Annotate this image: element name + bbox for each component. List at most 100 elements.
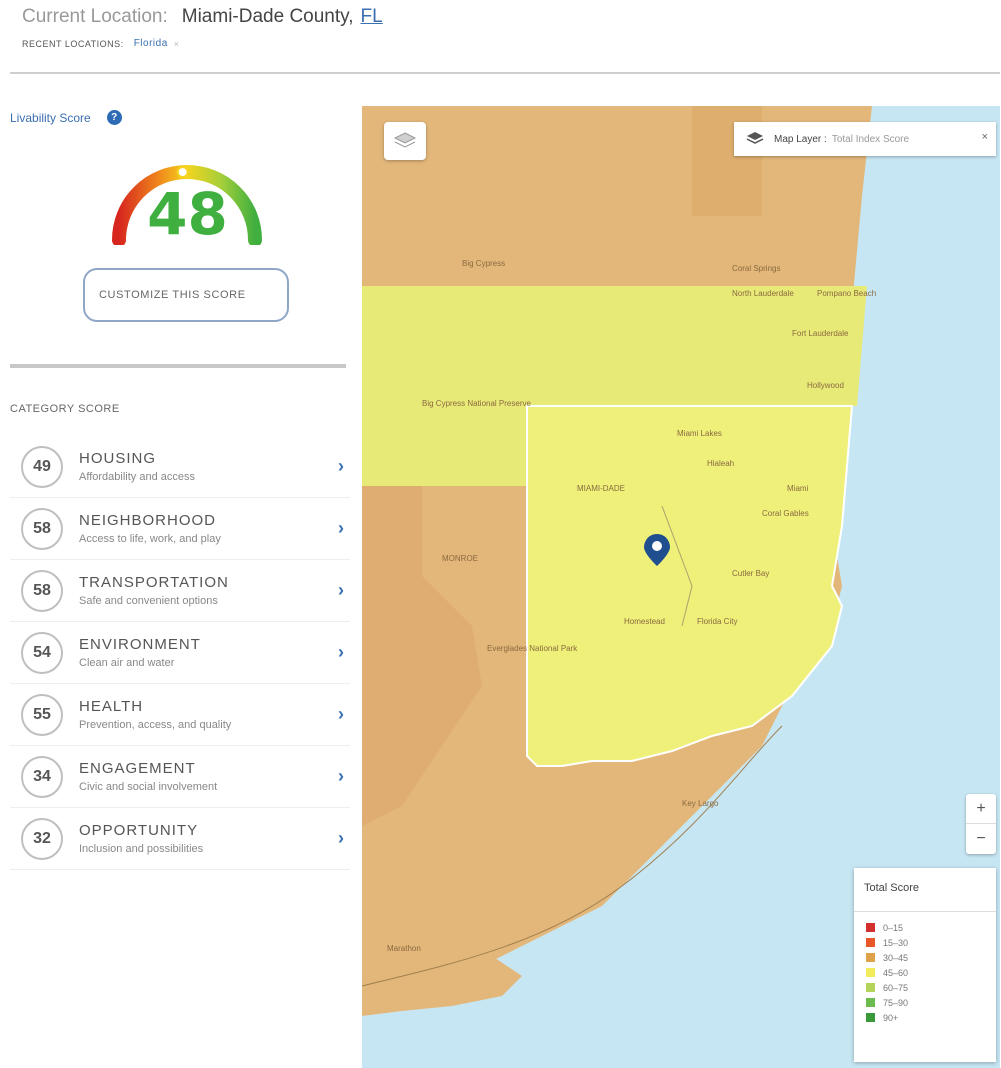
category-text: HOUSING Affordability and access bbox=[79, 450, 195, 483]
category-neighborhood[interactable]: 58 NEIGHBORHOOD Access to life, work, an… bbox=[10, 498, 350, 560]
legend-item: 0–15 bbox=[866, 920, 996, 935]
remove-recent-icon[interactable]: × bbox=[174, 39, 180, 49]
category-score-badge: 34 bbox=[21, 755, 63, 798]
category-name: HEALTH bbox=[79, 698, 144, 715]
livability-score-title: Livability Score ? bbox=[10, 110, 122, 125]
category-engagement[interactable]: 34 ENGAGEMENT Civic and social involveme… bbox=[10, 746, 350, 808]
current-county: Miami-Dade County, bbox=[181, 6, 354, 27]
svg-text:MONROE: MONROE bbox=[442, 554, 478, 563]
score-sidebar: Livability Score ? 48 CUSTOMIZE THIS SCO… bbox=[0, 74, 352, 1068]
chevron-right-icon[interactable]: › bbox=[338, 704, 344, 725]
category-housing[interactable]: 49 HOUSING Affordability and access › bbox=[10, 436, 350, 498]
category-environment[interactable]: 54 ENVIRONMENT Clean air and water › bbox=[10, 622, 350, 684]
recent-locations-label: RECENT LOCATIONS: bbox=[22, 38, 124, 49]
map-layer-selector[interactable]: Map Layer : Total Index Score × bbox=[734, 122, 996, 156]
current-location-row: Current Location: Miami-Dade County, FL bbox=[22, 6, 982, 28]
category-score-badge: 58 bbox=[21, 569, 63, 612]
chevron-right-icon[interactable]: › bbox=[338, 828, 344, 849]
category-name: TRANSPORTATION bbox=[79, 574, 229, 591]
chevron-right-icon[interactable]: › bbox=[338, 518, 344, 539]
chevron-right-icon[interactable]: › bbox=[338, 766, 344, 787]
chevron-right-icon[interactable]: › bbox=[338, 642, 344, 663]
layers-icon bbox=[393, 132, 417, 148]
category-list: 49 HOUSING Affordability and access › 58… bbox=[10, 436, 350, 870]
legend-swatch bbox=[866, 968, 875, 977]
customize-score-button[interactable]: CUSTOMIZE THIS SCORE bbox=[83, 268, 289, 322]
category-text: TRANSPORTATION Safe and convenient optio… bbox=[79, 574, 229, 607]
zoom-control: + − bbox=[966, 794, 996, 854]
category-score-badge: 32 bbox=[21, 817, 63, 860]
category-name: NEIGHBORHOOD bbox=[79, 512, 217, 529]
category-score-badge: 49 bbox=[21, 445, 63, 488]
svg-text:Fort Lauderdale: Fort Lauderdale bbox=[792, 329, 849, 338]
legend-label: 75–90 bbox=[883, 997, 909, 1008]
category-text: ENVIRONMENT Clean air and water bbox=[79, 636, 201, 669]
svg-text:Big Cypress National Preserve: Big Cypress National Preserve bbox=[422, 399, 531, 408]
recent-location-florida[interactable]: Florida bbox=[134, 38, 168, 49]
layers-button[interactable] bbox=[384, 122, 426, 160]
svg-text:Coral Gables: Coral Gables bbox=[762, 509, 809, 518]
svg-text:Pompano Beach: Pompano Beach bbox=[817, 289, 876, 298]
category-score-badge: 54 bbox=[21, 631, 63, 674]
chevron-right-icon[interactable]: › bbox=[338, 456, 344, 477]
legend-label: 30–45 bbox=[883, 952, 909, 963]
svg-text:Homestead: Homestead bbox=[624, 617, 665, 626]
legend-swatch bbox=[866, 998, 875, 1007]
svg-text:Marathon: Marathon bbox=[387, 944, 421, 953]
svg-text:Everglades National Park: Everglades National Park bbox=[487, 644, 578, 653]
zoom-in-button[interactable]: + bbox=[966, 794, 996, 824]
svg-text:Miami: Miami bbox=[787, 484, 809, 493]
map-layer-value: Total Index Score bbox=[831, 133, 910, 145]
zoom-out-button[interactable]: − bbox=[966, 824, 996, 854]
current-state-link[interactable]: FL bbox=[361, 6, 383, 28]
score-map[interactable]: Big Cypress Big Cypress National Preserv… bbox=[362, 106, 1000, 1068]
svg-text:North Lauderdale: North Lauderdale bbox=[732, 289, 794, 298]
category-description: Access to life, work, and play bbox=[79, 533, 221, 545]
map-layer-icon bbox=[746, 132, 764, 144]
category-score-title: CATEGORY SCORE bbox=[10, 403, 120, 415]
category-opportunity[interactable]: 32 OPPORTUNITY Inclusion and possibiliti… bbox=[10, 808, 350, 870]
category-transportation[interactable]: 58 TRANSPORTATION Safe and convenient op… bbox=[10, 560, 350, 622]
category-name: ENGAGEMENT bbox=[79, 760, 196, 777]
category-description: Inclusion and possibilities bbox=[79, 843, 204, 855]
legend-label: 0–15 bbox=[883, 922, 904, 933]
legend-item: 75–90 bbox=[866, 995, 996, 1010]
legend-swatch bbox=[866, 983, 875, 992]
legend-swatch bbox=[866, 938, 875, 947]
category-name: OPPORTUNITY bbox=[79, 822, 199, 839]
svg-text:Big Cypress: Big Cypress bbox=[462, 259, 505, 268]
livability-score-label: Livability Score bbox=[10, 110, 91, 125]
category-description: Prevention, access, and quality bbox=[79, 719, 232, 731]
info-icon[interactable]: ? bbox=[106, 110, 122, 125]
legend-item: 45–60 bbox=[866, 965, 996, 980]
legend-swatch bbox=[866, 923, 875, 932]
recent-locations-row: RECENT LOCATIONS: Florida × bbox=[22, 38, 982, 49]
category-name: ENVIRONMENT bbox=[79, 636, 201, 653]
legend-label: 90+ bbox=[883, 1012, 899, 1023]
category-text: HEALTH Prevention, access, and quality bbox=[79, 698, 231, 731]
chevron-right-icon[interactable]: › bbox=[338, 580, 344, 601]
svg-text:Cutler Bay: Cutler Bay bbox=[732, 569, 769, 578]
location-header: Current Location: Miami-Dade County, FL … bbox=[22, 6, 982, 49]
category-name: HOUSING bbox=[79, 450, 157, 467]
legend-swatch bbox=[866, 953, 875, 962]
legend-title: Total Score bbox=[854, 868, 996, 912]
svg-text:MIAMI-DADE: MIAMI-DADE bbox=[577, 484, 625, 493]
category-description: Clean air and water bbox=[79, 657, 175, 669]
close-icon[interactable]: × bbox=[982, 131, 988, 143]
map-layer-label: Map Layer : bbox=[774, 133, 827, 145]
svg-text:Miami Lakes: Miami Lakes bbox=[677, 429, 722, 438]
legend-label: 45–60 bbox=[883, 967, 909, 978]
sidebar-divider bbox=[10, 364, 346, 368]
category-health[interactable]: 55 HEALTH Prevention, access, and qualit… bbox=[10, 684, 350, 746]
current-location-label: Current Location: bbox=[22, 6, 168, 27]
category-score-badge: 58 bbox=[21, 507, 63, 550]
score-gauge: 48 bbox=[105, 150, 270, 248]
category-text: ENGAGEMENT Civic and social involvement bbox=[79, 760, 217, 793]
legend-label: 60–75 bbox=[883, 982, 909, 993]
legend-item: 60–75 bbox=[866, 980, 996, 995]
legend-items: 0–15 15–30 30–45 45–60 60–75 75–90 90+ bbox=[854, 912, 996, 1025]
category-text: OPPORTUNITY Inclusion and possibilities bbox=[79, 822, 203, 855]
category-score-badge: 55 bbox=[21, 693, 63, 736]
livability-score-value: 48 bbox=[147, 180, 228, 248]
